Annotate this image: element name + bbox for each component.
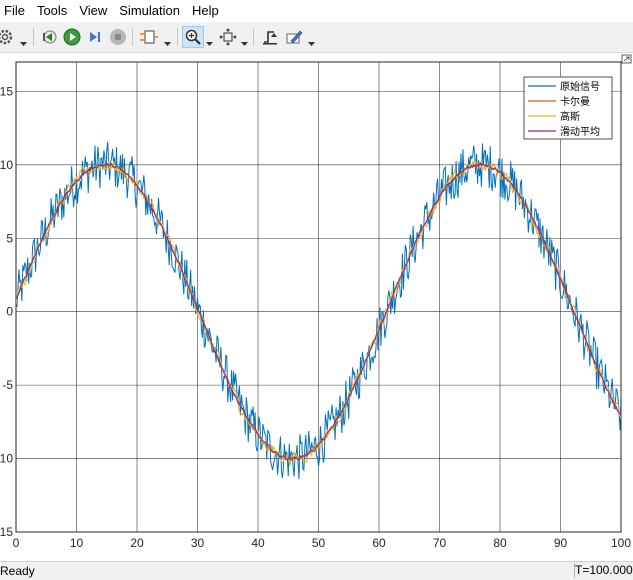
zoom-dropdown-icon[interactable] — [206, 34, 213, 46]
signal-select-icon[interactable] — [138, 26, 160, 48]
x-tick-label: 50 — [312, 536, 326, 550]
scope-plot[interactable]: 0 10 20 30 40 50 60 70 80 90 100151050-51015 原始信号卡… — [0, 53, 633, 561]
y-tick-label: 15 — [0, 84, 13, 98]
trigger-icon[interactable] — [259, 26, 281, 48]
step-back-icon[interactable] — [38, 26, 60, 48]
status-bar: Ready T=100.000 — [0, 561, 633, 580]
zoom-icon[interactable] — [182, 26, 204, 48]
legend[interactable]: 原始信号卡尔曼高斯滑动平均 — [523, 76, 613, 140]
fit-to-view-icon[interactable] — [217, 26, 239, 48]
toolbar-separator — [177, 28, 178, 46]
x-tick-label: 100 — [611, 536, 631, 550]
legend-label: 高斯 — [560, 110, 580, 123]
fit-dropdown-icon[interactable] — [241, 34, 248, 46]
x-tick-label: 30 — [191, 536, 205, 550]
x-tick-label: 90 — [554, 536, 568, 550]
settings-icon[interactable] — [0, 26, 16, 48]
undock-icon[interactable] — [621, 54, 632, 64]
x-tick-label: 70 — [433, 536, 447, 550]
x-tick-label: 0 — [13, 536, 20, 550]
run-icon[interactable] — [61, 26, 83, 48]
stop-icon[interactable] — [107, 26, 129, 48]
x-tick-label: 60 — [372, 536, 386, 550]
signal-dropdown-icon[interactable] — [164, 34, 171, 46]
y-tick-label: -5 — [2, 378, 13, 392]
toolbar-separator — [33, 28, 34, 46]
y-tick-label: 15 — [0, 525, 13, 539]
x-tick-label: 20 — [130, 536, 144, 550]
menu-file[interactable]: File — [0, 0, 31, 22]
toolbar — [0, 22, 633, 53]
legend-label: 原始信号 — [560, 80, 600, 93]
scope-display[interactable]: 0 10 20 30 40 50 60 70 80 90 100 15 10 5 0 -5 10 15 原始信号卡… — [0, 53, 633, 561]
menu-help[interactable]: Help — [186, 0, 225, 22]
toolbar-separator — [253, 28, 254, 46]
style-icon[interactable] — [283, 26, 305, 48]
status-text: Ready — [0, 564, 35, 578]
toolbar-separator — [132, 28, 133, 46]
x-tick-label: 40 — [251, 536, 265, 550]
settings-dropdown-icon[interactable] — [20, 34, 27, 46]
step-forward-icon[interactable] — [84, 26, 106, 48]
y-tick-label: 5 — [6, 231, 13, 245]
menu-view[interactable]: View — [73, 0, 113, 22]
menu-bar: File Tools View Simulation Help — [0, 0, 633, 22]
x-tick-label: 80 — [493, 536, 507, 550]
legend-label: 卡尔曼 — [560, 95, 590, 108]
menu-tools[interactable]: Tools — [31, 0, 73, 22]
menu-simulation[interactable]: Simulation — [113, 0, 186, 22]
y-tick-label: 0 — [6, 305, 13, 319]
legend-label: 滑动平均 — [560, 126, 600, 138]
simulation-time: T=100.000 — [574, 563, 633, 578]
style-dropdown-icon[interactable] — [308, 34, 315, 46]
x-tick-label: 10 — [70, 536, 84, 550]
y-tick-label: 10 — [0, 452, 13, 466]
y-tick-label: 10 — [0, 158, 13, 172]
